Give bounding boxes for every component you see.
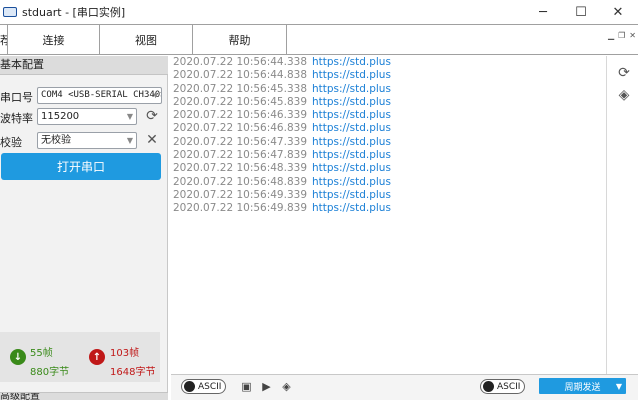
log-line: 2020.07.22 10:56:49.339 https://std.plus [171, 189, 603, 202]
ascii-left-label: ASCII [198, 381, 222, 392]
log-line: 2020.07.22 10:56:44.838 https://std.plus [171, 69, 603, 82]
menu-item-help[interactable]: 帮助 [193, 25, 287, 55]
open-port-button[interactable]: 打开串口 [1, 153, 161, 180]
caret-down-icon[interactable]: ▼ [616, 382, 622, 391]
receive-log[interactable]: 2020.07.22 10:56:44.338 https://std.plus 2… [171, 56, 603, 374]
rx-arrow-down-icon: ↓ [10, 349, 26, 365]
mdi-restore-icon[interactable]: ❐ [618, 31, 625, 40]
baud-row: 波特率 115200 ▼ ⟳ [0, 108, 168, 126]
log-timestamp: 2020.07.22 10:56:46.839 [173, 122, 307, 135]
save-icon[interactable]: ▣ [239, 379, 254, 394]
log-timestamp: 2020.07.22 10:56:47.339 [173, 135, 307, 148]
app-icon [3, 7, 17, 17]
log-timestamp: 2020.07.22 10:56:48.839 [173, 175, 307, 188]
baud-value: 115200 [41, 111, 80, 122]
log-message: https://std.plus [312, 135, 391, 148]
log-timestamp: 2020.07.22 10:56:44.838 [173, 69, 307, 82]
menu-item-connect[interactable]: 连接 [8, 25, 100, 55]
menu-item-view[interactable]: 视图 [100, 25, 193, 55]
toggle-knob [184, 381, 195, 392]
advanced-config-header[interactable]: 高级配置 [0, 392, 168, 400]
menu-item-cut[interactable]: 荐 [0, 25, 8, 55]
mdi-controls: ▁ ❐ ✕ [608, 31, 636, 40]
toggle-knob [483, 381, 494, 392]
log-line: 2020.07.22 10:56:44.338 https://std.plus [171, 56, 603, 69]
maximize-button[interactable]: ☐ [563, 0, 599, 24]
log-line: 2020.07.22 10:56:45.338 https://std.plus [171, 83, 603, 96]
ascii-right-label: ASCII [497, 381, 521, 392]
close-button[interactable]: ✕ [600, 0, 636, 24]
log-tools: ⟳ ◈ [606, 56, 638, 374]
log-message: https://std.plus [312, 69, 391, 82]
log-timestamp: 2020.07.22 10:56:48.339 [173, 162, 307, 175]
rx-frames: 55帧 [30, 348, 53, 359]
chevron-down-icon: ▼ [126, 136, 133, 145]
eraser-icon[interactable]: ◈ [279, 379, 294, 394]
rx-bytes: 880字节 [30, 367, 70, 378]
baud-label: 波特率 [0, 112, 33, 125]
log-line: 2020.07.22 10:56:48.339 https://std.plus [171, 162, 603, 175]
ascii-toggle-right[interactable]: ASCII [480, 379, 526, 394]
config-panel: 基本配置 串口号 COM4 <USB-SERIAL CH340> ▼ 波特率 1… [0, 56, 168, 400]
tx-arrow-up-icon: ↑ [89, 349, 105, 365]
log-timestamp: 2020.07.22 10:56:47.839 [173, 149, 307, 162]
parity-row: 校验 无校验 ▼ ✕ [0, 132, 168, 150]
log-timestamp: 2020.07.22 10:56:45.839 [173, 95, 307, 108]
log-message: https://std.plus [312, 109, 391, 122]
log-message: https://std.plus [312, 122, 391, 135]
log-timestamp: 2020.07.22 10:56:49.339 [173, 188, 307, 201]
send-toolbar: ASCII ▣ ▶ ◈ ASCII 周期发送 ▼ [171, 374, 638, 400]
refresh-icon[interactable]: ⟳ [615, 64, 633, 82]
log-line: 2020.07.22 10:56:46.839 https://std.plus [171, 122, 603, 135]
log-line: 2020.07.22 10:56:47.339 https://std.plus [171, 136, 603, 149]
port-label: 串口号 [0, 91, 33, 104]
log-line: 2020.07.22 10:56:47.839 https://std.plus [171, 149, 603, 162]
log-message: https://std.plus [312, 82, 391, 95]
log-message: https://std.plus [312, 202, 391, 215]
log-line: 2020.07.22 10:56:46.339 https://std.plus [171, 109, 603, 122]
log-timestamp: 2020.07.22 10:56:44.338 [173, 56, 307, 68]
baud-select[interactable]: 115200 ▼ [37, 108, 137, 125]
log-message: https://std.plus [312, 149, 391, 162]
log-line: 2020.07.22 10:56:45.839 https://std.plus [171, 96, 603, 109]
parity-select[interactable]: 无校验 ▼ [37, 132, 137, 149]
log-line: 2020.07.22 10:56:48.839 https://std.plus [171, 176, 603, 189]
play-icon[interactable]: ▶ [259, 379, 274, 394]
log-message: https://std.plus [312, 188, 391, 201]
mdi-close-icon[interactable]: ✕ [629, 31, 636, 40]
tx-frames: 103帧 [110, 348, 140, 359]
port-value: COM4 <USB-SERIAL CH340> [41, 90, 162, 100]
window-title: stduart - [串口实例] [22, 6, 126, 19]
menu-bar: 荐 连接 视图 帮助 ▁ ❐ ✕ [0, 24, 638, 55]
chevron-down-icon: ▼ [153, 91, 158, 100]
port-select[interactable]: COM4 <USB-SERIAL CH340> ▼ [37, 87, 162, 104]
log-line: 2020.07.22 10:56:49.839 https://std.plus [171, 202, 603, 215]
log-timestamp: 2020.07.22 10:56:46.339 [173, 109, 307, 122]
log-message: https://std.plus [312, 175, 391, 188]
tools-icon[interactable]: ✕ [143, 131, 161, 149]
log-timestamp: 2020.07.22 10:56:49.839 [173, 202, 307, 215]
log-message: https://std.plus [312, 56, 391, 68]
traffic-stats: ↓ 55帧 880字节 ↑ 103帧 1648字节 [0, 332, 160, 382]
ascii-toggle-left[interactable]: ASCII [181, 379, 227, 394]
log-message: https://std.plus [312, 95, 391, 108]
parity-label: 校验 [0, 136, 22, 149]
basic-config-header: 基本配置 [0, 56, 168, 75]
minimize-button[interactable]: ─ [525, 0, 561, 24]
title-bar: stduart - [串口实例] ─ ☐ ✕ [0, 0, 638, 24]
mdi-minimize-icon[interactable]: ▁ [608, 31, 614, 40]
port-row: 串口号 COM4 <USB-SERIAL CH340> ▼ [0, 87, 168, 105]
period-send-label: 周期发送 [564, 382, 601, 393]
eraser-icon[interactable]: ◈ [615, 86, 633, 104]
parity-value: 无校验 [41, 135, 71, 146]
period-send-button[interactable]: 周期发送 ▼ [539, 378, 626, 394]
tx-bytes: 1648字节 [110, 367, 156, 378]
refresh-icon[interactable]: ⟳ [143, 107, 161, 125]
log-message: https://std.plus [312, 162, 391, 175]
chevron-down-icon: ▼ [126, 112, 133, 121]
log-timestamp: 2020.07.22 10:56:45.338 [173, 82, 307, 95]
